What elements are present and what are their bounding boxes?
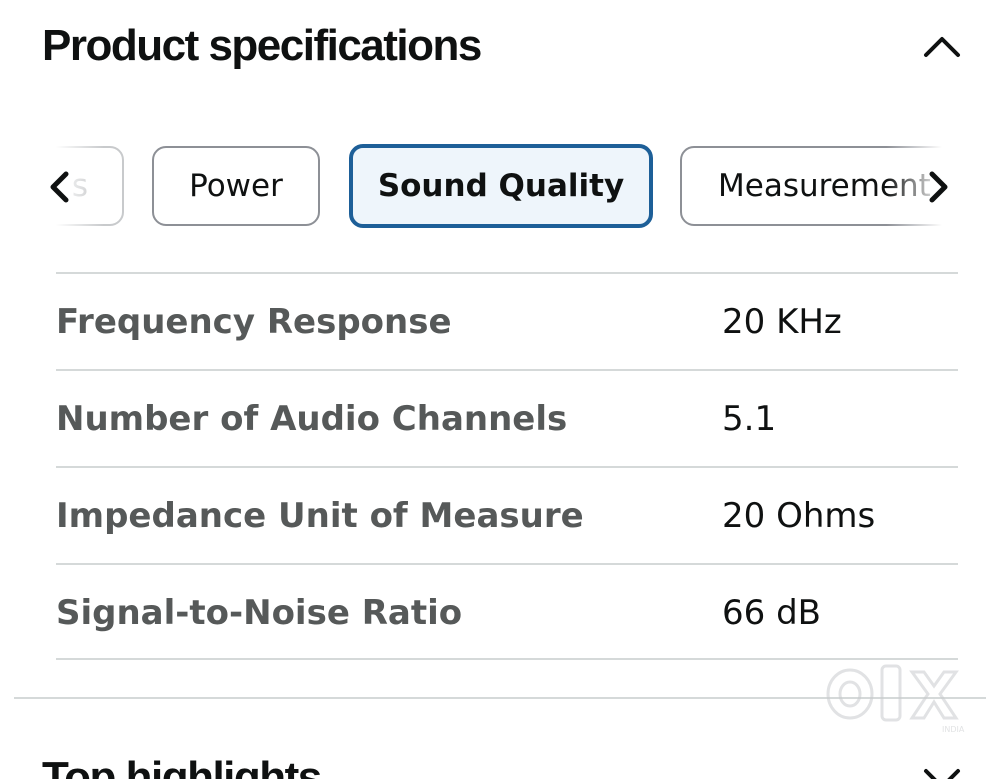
- table-row: Number of Audio Channels 5.1: [56, 369, 958, 466]
- page: Product specifications s Power Sound Qua…: [0, 0, 1000, 779]
- olx-watermark-logo: INDIA: [826, 664, 965, 734]
- section-title: Top highlights: [42, 753, 322, 779]
- section-title: Product specifications: [42, 21, 482, 70]
- spec-tabs: s Power Sound Quality Measurement: [44, 144, 956, 230]
- spec-value: 66 dB: [722, 593, 821, 633]
- top-highlights-header[interactable]: Top highlights: [42, 750, 962, 779]
- chevron-right-icon[interactable]: [924, 170, 952, 204]
- spec-value: 20 Ohms: [722, 496, 876, 536]
- table-row: Impedance Unit of Measure 20 Ohms: [56, 466, 958, 563]
- tab-label: s: [71, 168, 88, 204]
- product-specifications-header[interactable]: Product specifications: [42, 18, 962, 78]
- chevron-down-icon[interactable]: [922, 758, 962, 779]
- spec-value: 5.1: [722, 399, 777, 439]
- spec-label: Signal-to-Noise Ratio: [56, 593, 463, 633]
- tab-label: Measurement: [718, 168, 931, 204]
- chevron-left-icon[interactable]: [46, 170, 74, 204]
- spec-label: Impedance Unit of Measure: [56, 496, 584, 536]
- spec-label: Frequency Response: [56, 302, 452, 342]
- spec-label: Number of Audio Channels: [56, 399, 568, 439]
- spec-value: 20 KHz: [722, 302, 842, 342]
- tab-sound-quality[interactable]: Sound Quality: [349, 144, 653, 228]
- tab-power[interactable]: Power: [152, 146, 320, 226]
- table-row: Frequency Response 20 KHz: [56, 272, 958, 369]
- watermark-subtext: INDIA: [942, 725, 965, 734]
- chevron-up-icon[interactable]: [922, 26, 962, 66]
- tab-measurements[interactable]: Measurement: [680, 146, 956, 226]
- table-row: Signal-to-Noise Ratio 66 dB: [56, 563, 958, 660]
- spec-table: Frequency Response 20 KHz Number of Audi…: [56, 272, 958, 660]
- tab-label: Sound Quality: [377, 168, 625, 204]
- tab-label: Power: [189, 168, 283, 204]
